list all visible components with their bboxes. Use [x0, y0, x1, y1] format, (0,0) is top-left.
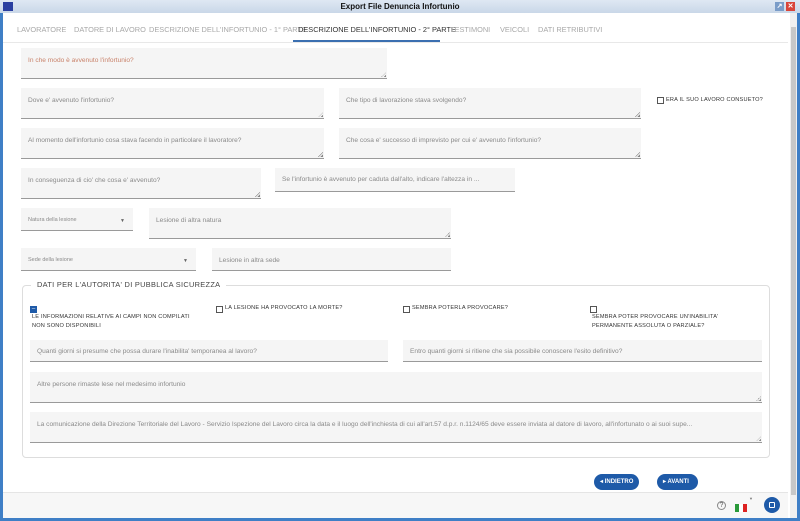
tab-descrizione-2[interactable]: DESCRIZIONE DELL'INFORTUNIO - 2° PARTE: [298, 25, 456, 34]
vertical-scrollbar[interactable]: [790, 13, 797, 518]
conseguenza-textarea[interactable]: In conseguenza di cio' che cosa e' avven…: [21, 168, 261, 199]
natura-label: Natura della lesione: [28, 217, 77, 223]
app-icon: [3, 2, 13, 11]
footer-bar: ? ▼: [3, 492, 788, 518]
close-icon[interactable]: ✕: [786, 2, 795, 11]
caret-down-icon: ▼: [183, 258, 188, 264]
comunicazione-textarea[interactable]: La comunicazione della Direzione Territo…: [30, 412, 762, 443]
window-content: LAVORATORE DATORE DI LAVORO DESCRIZIONE …: [3, 13, 797, 518]
scrollbar-thumb[interactable]: [791, 27, 796, 495]
lavorazione-textarea[interactable]: Che tipo di lavorazione stava svolgendo?: [339, 88, 641, 119]
save-button[interactable]: [764, 497, 780, 513]
imprevisto-textarea[interactable]: Che cosa e' successo di imprevisto per c…: [339, 128, 641, 159]
language-caret-icon[interactable]: ▼: [749, 496, 753, 501]
info-non-disponibili-checkbox[interactable]: –: [30, 306, 37, 313]
cb1-label-2: NON SONO DISPONIBILI: [32, 323, 101, 329]
next-button[interactable]: ▸ AVANTI: [657, 474, 698, 490]
active-tab-indicator: [293, 40, 440, 42]
giorni-esito-input[interactable]: Entro quanti giorni si ritiene che sia p…: [403, 340, 762, 362]
altre-persone-textarea[interactable]: Altre persone rimaste lese nel medesimo …: [30, 372, 762, 403]
back-label: INDIETRO: [604, 479, 634, 485]
title-bar: Export File Denuncia Infortunio ↗ ✕: [0, 0, 800, 13]
poterla-provocare-checkbox[interactable]: [403, 306, 410, 313]
inabilita-checkbox[interactable]: [590, 306, 597, 313]
language-flag-it-icon[interactable]: [735, 504, 747, 512]
caret-down-icon: ▼: [120, 218, 125, 224]
momento-textarea[interactable]: Al momento dell'infortunio cosa stava fa…: [21, 128, 324, 159]
altezza-input[interactable]: Se l'infortunio è avvenuto per caduta da…: [275, 168, 515, 192]
cb1-label-1: LE INFORMAZIONI RELATIVE AI CAMPI NON CO…: [32, 314, 190, 320]
sede-label: Sede della lesione: [28, 257, 73, 263]
save-icon: [769, 502, 775, 508]
back-button[interactable]: ◂ INDIETRO: [594, 474, 639, 490]
tab-lavoratore[interactable]: LAVORATORE: [17, 25, 66, 34]
restore-icon[interactable]: ↗: [775, 2, 784, 11]
consueto-label: ERA IL SUO LAVORO CONSUETO?: [666, 97, 763, 103]
help-icon[interactable]: ?: [717, 501, 726, 510]
morte-label: LA LESIONE HA PROVOCATO LA MORTE?: [225, 305, 343, 311]
cb4-label-2: PERMANENTE ASSOLUTA O PARZIALE?: [592, 323, 705, 329]
next-label: AVANTI: [667, 479, 689, 485]
window-title: Export File Denuncia Infortunio: [340, 2, 460, 11]
sede-select[interactable]: Sede della lesione ▼: [21, 248, 196, 271]
tab-bar: LAVORATORE DATORE DI LAVORO DESCRIZIONE …: [3, 13, 788, 43]
natura-select[interactable]: Natura della lesione ▼: [21, 208, 133, 231]
morte-checkbox[interactable]: [216, 306, 223, 313]
consueto-checkbox[interactable]: [657, 97, 664, 104]
tab-descrizione-1[interactable]: DESCRIZIONE DELL'INFORTUNIO - 1° PARTE: [149, 25, 307, 34]
tab-testimoni[interactable]: TESTIMONI: [450, 25, 490, 34]
altra-sede-input[interactable]: Lesione in altra sede: [212, 248, 451, 271]
come-textarea[interactable]: In che modo è avvenuto l'infortunio?: [21, 48, 387, 79]
tab-dati-retributivi[interactable]: DATI RETRIBUTIVI: [538, 25, 602, 34]
poterla-provocare-label: SEMBRA POTERLA PROVOCARE?: [412, 305, 509, 311]
cb4-label-1: SEMBRA POTER PROVOCARE UN'INABILITA': [592, 314, 719, 320]
giorni-temporanea-input[interactable]: Quanti giorni si presume che possa durar…: [30, 340, 388, 362]
sicurezza-legend: DATI PER L'AUTORITA' DI PUBBLICA SICUREZ…: [31, 280, 227, 289]
altra-natura-textarea[interactable]: Lesione di altra natura: [149, 208, 451, 239]
tab-veicoli[interactable]: VEICOLI: [500, 25, 529, 34]
tab-datore[interactable]: DATORE DI LAVORO: [74, 25, 146, 34]
dove-textarea[interactable]: Dove e' avvenuto l'infortunio?: [21, 88, 324, 119]
